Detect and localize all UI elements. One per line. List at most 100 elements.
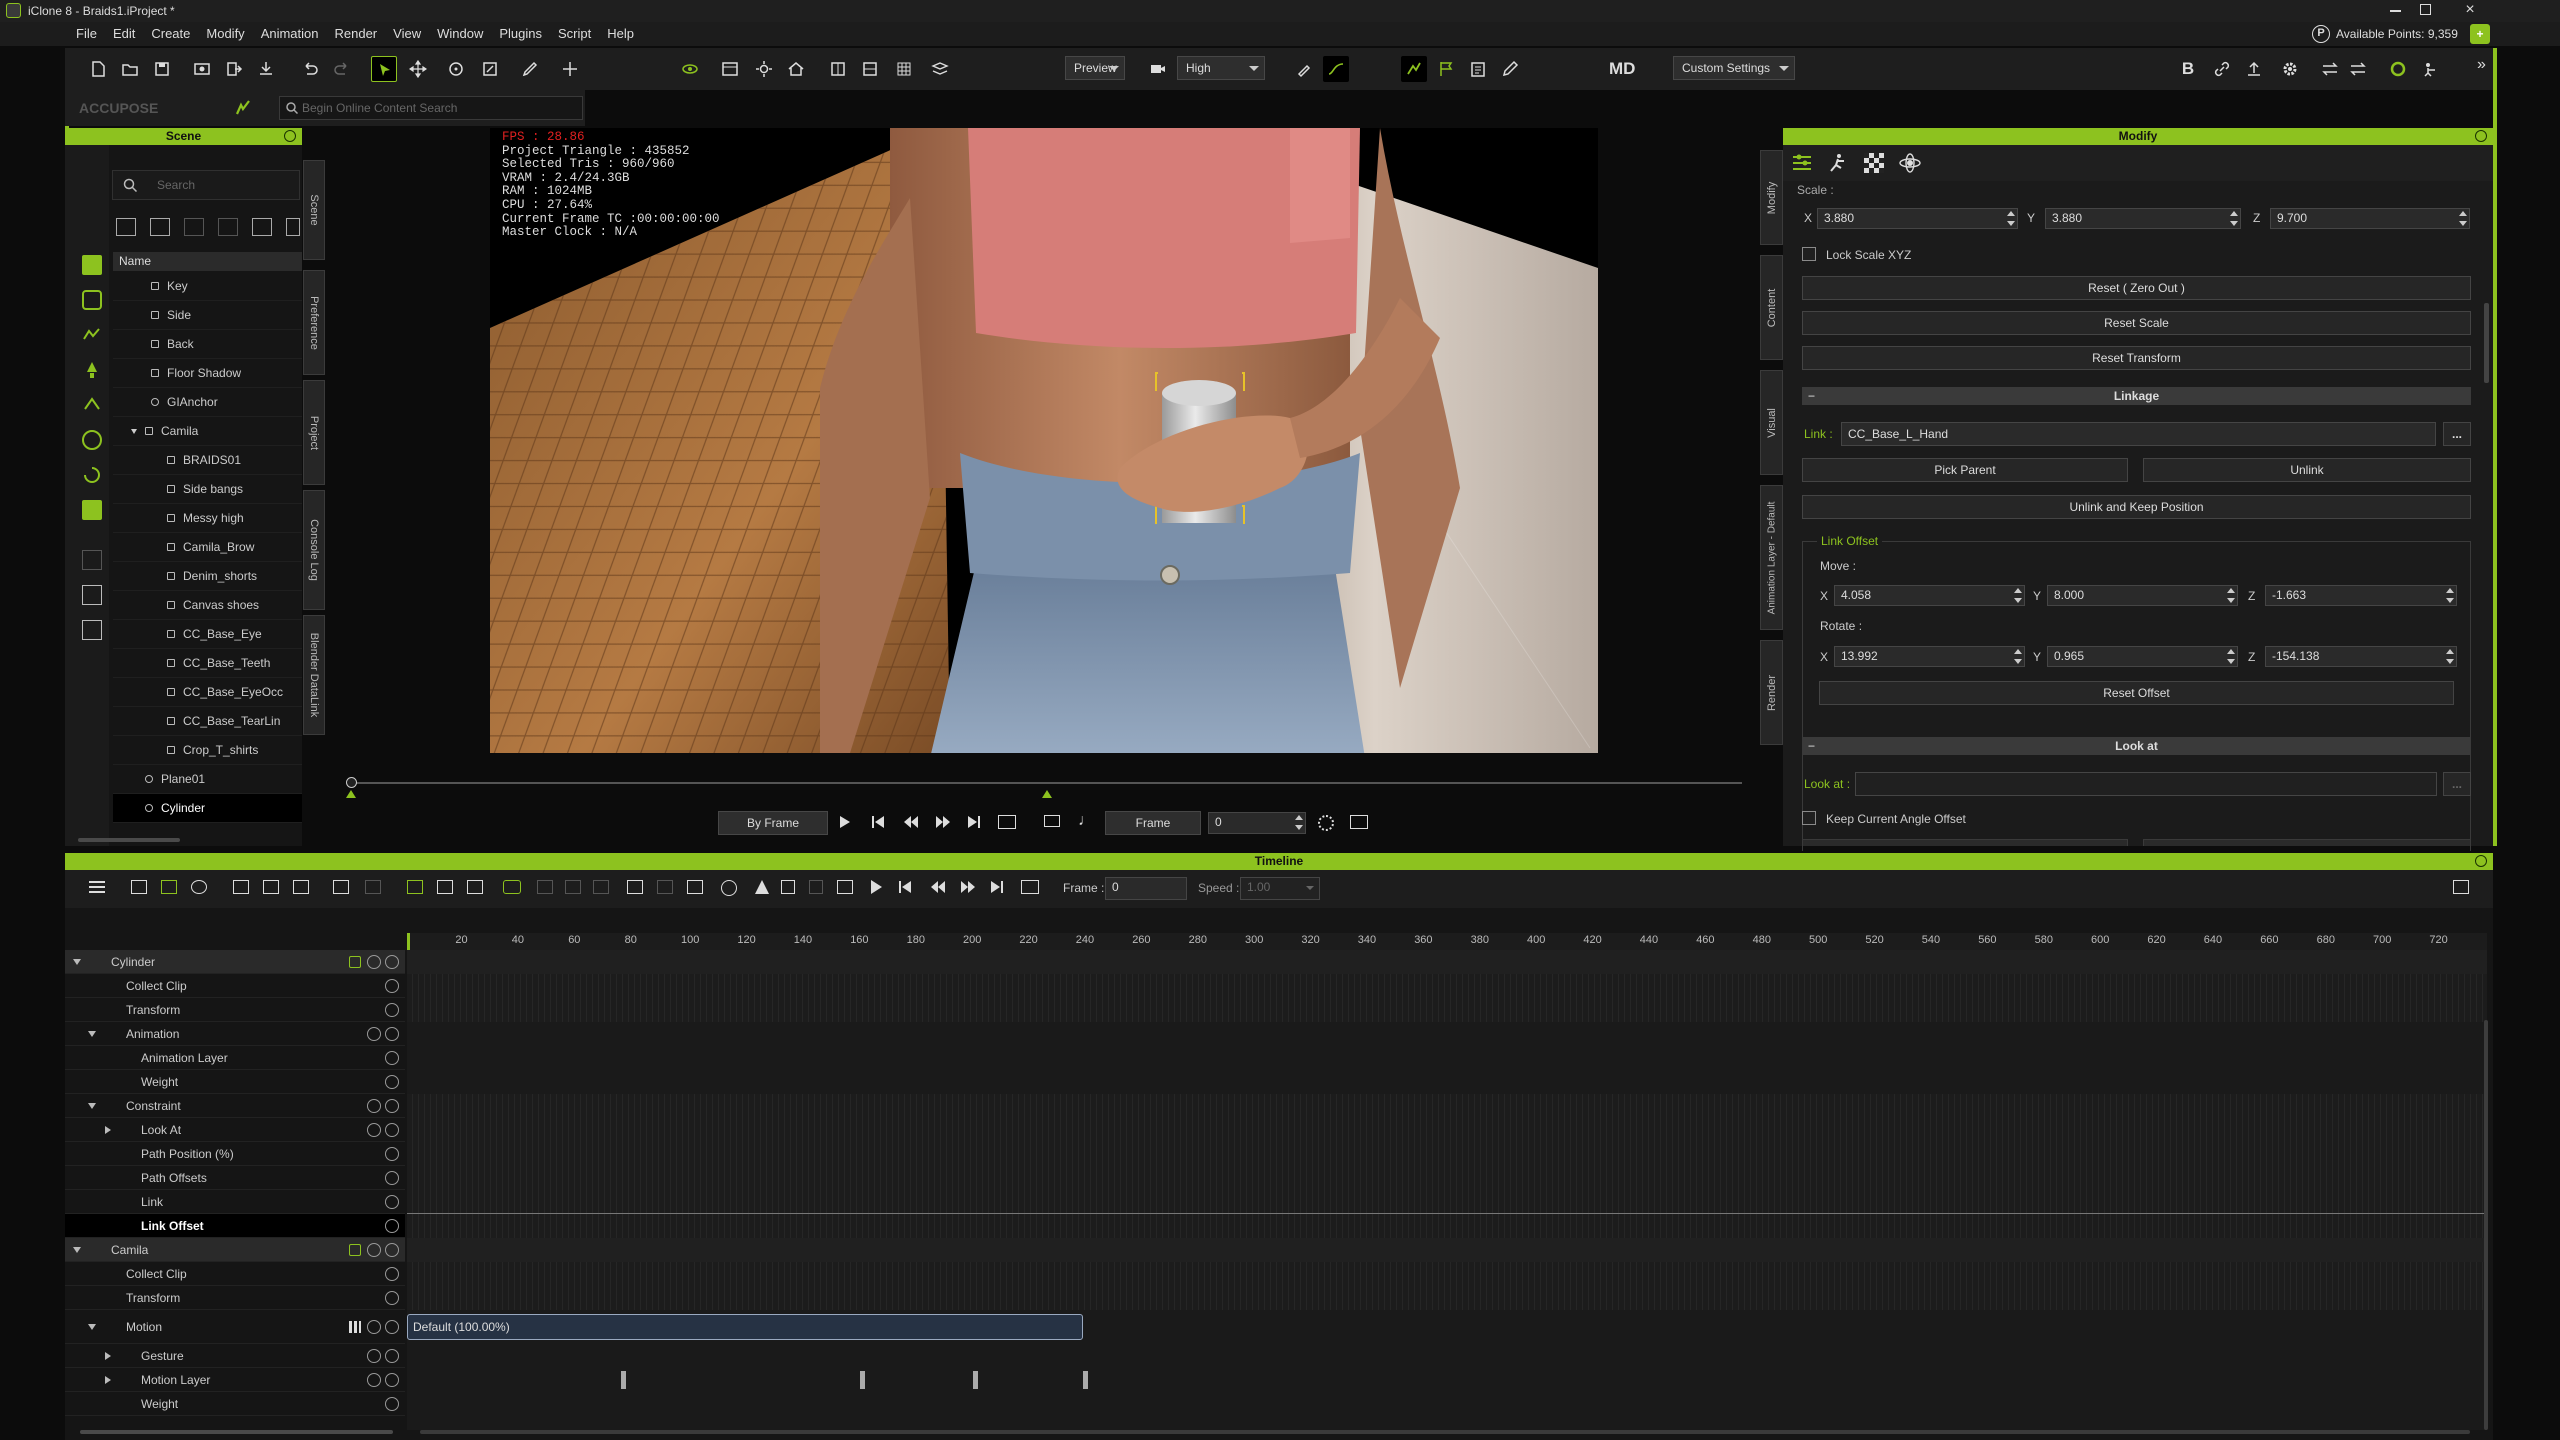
edit-motion-icon[interactable] bbox=[517, 56, 543, 82]
save-icon[interactable] bbox=[149, 56, 175, 82]
menu-plugins[interactable]: Plugins bbox=[491, 22, 550, 46]
time-ruler[interactable] bbox=[407, 933, 2487, 950]
pivot-icon[interactable] bbox=[557, 56, 583, 82]
open-project-icon[interactable] bbox=[117, 56, 143, 82]
track-remove-icon[interactable] bbox=[385, 1123, 399, 1137]
settings-gear-icon[interactable] bbox=[2277, 56, 2303, 82]
track-remove-icon[interactable] bbox=[385, 1349, 399, 1363]
timeline-track-row[interactable]: Path Offsets bbox=[65, 1166, 405, 1190]
pick-filter-icon[interactable] bbox=[82, 585, 102, 605]
slider-handle[interactable] bbox=[346, 777, 357, 788]
next-button-stub[interactable] bbox=[2143, 839, 2471, 846]
track-remove-icon[interactable] bbox=[385, 1320, 399, 1334]
timeline-options-icon[interactable] bbox=[2453, 880, 2469, 894]
track-mute-icon[interactable] bbox=[367, 955, 381, 969]
split-icon[interactable] bbox=[687, 880, 703, 894]
minimize-icon[interactable] bbox=[2390, 10, 2401, 12]
track-band[interactable] bbox=[407, 1262, 2487, 1286]
disabled-icon[interactable] bbox=[565, 880, 581, 894]
motion-filter-icon[interactable] bbox=[82, 325, 102, 345]
timeline-track-row[interactable]: Animation Layer bbox=[65, 1046, 405, 1070]
timeline-track-row[interactable]: Camila bbox=[65, 1238, 405, 1262]
timeline-track-row[interactable]: Link Offset bbox=[65, 1214, 405, 1238]
scene-item[interactable]: Floor Shadow bbox=[113, 359, 302, 388]
timeline-track-row[interactable]: Transform bbox=[65, 1286, 405, 1310]
timeline-v-scrollbar[interactable] bbox=[2484, 1020, 2488, 1430]
mirror-icon[interactable] bbox=[781, 880, 795, 894]
scale-tool-icon[interactable] bbox=[477, 56, 503, 82]
track-band[interactable] bbox=[407, 1214, 2487, 1238]
accupose-logo[interactable]: ACCUPOSE bbox=[79, 100, 158, 116]
expand-arrow-icon[interactable] bbox=[88, 1103, 96, 1109]
menu-edit[interactable]: Edit bbox=[105, 22, 143, 46]
timeline-track-row[interactable]: Path Position (%) bbox=[65, 1142, 405, 1166]
camera-filter-icon[interactable] bbox=[82, 395, 102, 415]
filter-more-icon[interactable] bbox=[82, 550, 102, 570]
track-band[interactable] bbox=[407, 1094, 2487, 1118]
layers-icon[interactable] bbox=[927, 56, 953, 82]
keep-angle-checkbox[interactable] bbox=[1802, 811, 1816, 825]
scene-item[interactable]: Cylinder bbox=[113, 794, 302, 823]
track-remove-icon[interactable] bbox=[385, 1099, 399, 1113]
scene-item[interactable]: BRAIDS01 bbox=[113, 446, 302, 475]
track-band[interactable] bbox=[407, 1238, 2487, 1262]
scene-item[interactable]: GIAnchor bbox=[113, 388, 302, 417]
key-reduce-icon[interactable] bbox=[755, 880, 769, 894]
align-icon[interactable] bbox=[825, 56, 851, 82]
expand-arrow-icon[interactable] bbox=[73, 959, 81, 965]
disabled-icon[interactable] bbox=[593, 880, 609, 894]
timeline-track-row[interactable]: Motion bbox=[65, 1310, 405, 1344]
mark-in-icon[interactable] bbox=[627, 880, 643, 894]
menu-modify[interactable]: Modify bbox=[198, 22, 252, 46]
motion-clip[interactable]: Default (100.00%) bbox=[407, 1314, 1084, 1340]
menu-script[interactable]: Script bbox=[550, 22, 599, 46]
timeline-next-icon[interactable] bbox=[961, 880, 975, 894]
track-mute-icon[interactable] bbox=[367, 1320, 381, 1334]
prev-key-icon[interactable] bbox=[904, 815, 918, 829]
close-panel-icon[interactable] bbox=[2475, 855, 2487, 867]
unlink-button[interactable]: Unlink bbox=[2143, 458, 2471, 482]
preview-combo[interactable]: Preview bbox=[1065, 56, 1125, 80]
toolbar-overflow-icon[interactable]: » bbox=[2477, 56, 2486, 74]
live-link-icon[interactable] bbox=[2385, 56, 2411, 82]
expand-arrow-icon[interactable] bbox=[88, 1324, 96, 1330]
music-note-icon[interactable]: ♩ bbox=[1078, 812, 1094, 830]
link-icon[interactable] bbox=[2209, 56, 2235, 82]
rotate-z-field[interactable]: -154.138 bbox=[2265, 646, 2457, 667]
visibility-key-icon[interactable] bbox=[191, 880, 207, 894]
track-band[interactable] bbox=[407, 1368, 2487, 1392]
timeline-last-icon[interactable] bbox=[991, 880, 1003, 894]
track-remove-icon[interactable] bbox=[385, 1267, 399, 1281]
play-icon[interactable] bbox=[840, 816, 850, 828]
expand-arrow-icon[interactable] bbox=[73, 1247, 81, 1253]
disabled-icon[interactable] bbox=[537, 880, 553, 894]
custom-settings-combo[interactable]: Custom Settings bbox=[1673, 56, 1795, 80]
track-band[interactable] bbox=[407, 998, 2487, 1022]
zoom-icon[interactable] bbox=[721, 880, 737, 896]
track-band[interactable] bbox=[407, 1070, 2487, 1094]
track-remove-icon[interactable] bbox=[385, 1003, 399, 1017]
track-remove-icon[interactable] bbox=[385, 1291, 399, 1305]
export-clip-icon[interactable] bbox=[837, 880, 853, 894]
timeline-first-icon[interactable] bbox=[899, 880, 911, 894]
scene-item[interactable]: CC_Base_Teeth bbox=[113, 649, 302, 678]
menu-create[interactable]: Create bbox=[143, 22, 198, 46]
rotate-tool-icon[interactable] bbox=[443, 56, 469, 82]
render-image-icon[interactable] bbox=[189, 56, 215, 82]
modify-side-tab[interactable]: Render bbox=[1760, 640, 1783, 745]
insert-icon[interactable] bbox=[263, 880, 279, 894]
expand-arrow-icon[interactable] bbox=[105, 1376, 111, 1384]
timeline-tracks[interactable]: Default (100.00%) bbox=[407, 950, 2487, 1430]
timeline-track-row[interactable]: Collect Clip bbox=[65, 974, 405, 998]
motion-layer-key[interactable] bbox=[1083, 1371, 1089, 1389]
motion-director-icon[interactable]: MD bbox=[1609, 56, 1635, 82]
move-tool-icon[interactable] bbox=[405, 56, 431, 82]
frame-slider[interactable] bbox=[346, 775, 1742, 798]
motion-layer-key[interactable] bbox=[620, 1371, 626, 1389]
home-icon[interactable] bbox=[783, 56, 809, 82]
track-remove-icon[interactable] bbox=[385, 1171, 399, 1185]
undo-icon[interactable] bbox=[297, 56, 323, 82]
scene-search-input[interactable]: Search bbox=[112, 170, 300, 200]
reset-zero-button[interactable]: Reset ( Zero Out ) bbox=[1802, 276, 2471, 300]
group-icon[interactable] bbox=[184, 218, 204, 236]
